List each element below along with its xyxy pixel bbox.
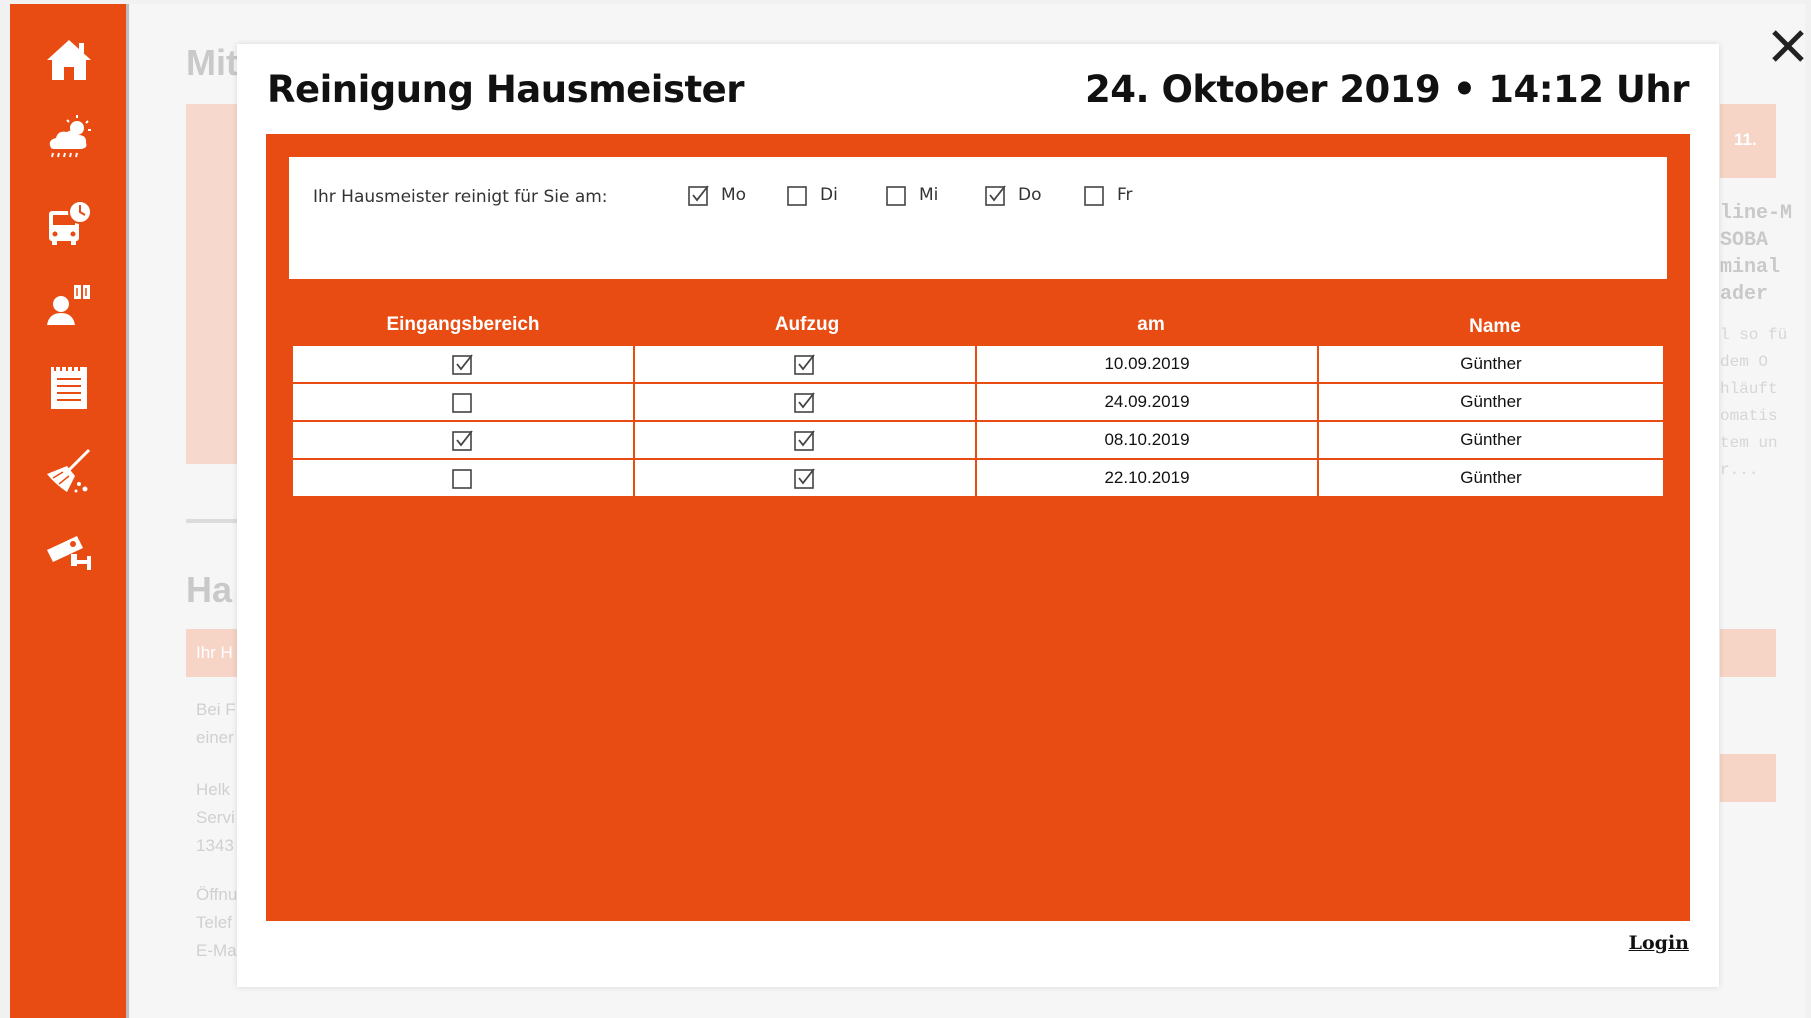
- contact-person-icon[interactable]: [43, 279, 95, 331]
- weather-icon[interactable]: [43, 112, 95, 164]
- bg-teaser-image: [186, 104, 238, 464]
- checkbox-icon: [793, 352, 817, 376]
- close-icon: [1772, 30, 1804, 62]
- cell-date: 10.09.2019: [975, 344, 1319, 384]
- day-checkbox-mo[interactable]: Mo: [687, 183, 746, 207]
- bg-right-banner-1: [1720, 629, 1776, 677]
- sidebar: [10, 4, 126, 1018]
- checkbox-icon: [451, 390, 475, 414]
- column-header-aufzug: Aufzug: [774, 314, 840, 335]
- column-header-eingangsbereich: Eingangsbereich: [386, 314, 540, 335]
- cell-eingangsbereich[interactable]: [291, 420, 635, 460]
- column-header-am: am: [1137, 314, 1165, 335]
- checkbox-icon: [451, 466, 475, 490]
- cell-eingangsbereich[interactable]: [291, 344, 635, 384]
- checkbox-icon: [793, 428, 817, 452]
- cell-name: Günther: [1317, 458, 1665, 498]
- sidebar-border: [126, 4, 129, 1018]
- cleaning-days-label: Ihr Hausmeister reinigt für Sie am:: [313, 187, 608, 207]
- table-row: 08.10.2019 Günther: [291, 420, 1665, 460]
- cell-date: 22.10.2019: [975, 458, 1319, 498]
- day-label: Mo: [721, 185, 747, 205]
- checkbox-icon: [793, 390, 817, 414]
- bg-right-badge-block: 11.: [1720, 104, 1776, 178]
- bg-text-3: Öffnu Telef E-Ma: [196, 885, 238, 960]
- bg-right-text: l so fü dem Ohläuft omatis tem un r...: [1720, 326, 1788, 479]
- cell-aufzug[interactable]: [633, 382, 977, 422]
- home-icon[interactable]: [43, 34, 95, 86]
- bg-banner-label: Ihr H: [196, 643, 233, 662]
- bg-heading-top: Mit: [186, 42, 238, 83]
- security-camera-icon[interactable]: [43, 526, 95, 578]
- close-button[interactable]: [1768, 26, 1808, 66]
- bg-text-2: Helk Servi 1343: [196, 780, 235, 855]
- login-link[interactable]: Login: [1629, 932, 1689, 954]
- cleaning-modal: Reinigung Hausmeister 24. Oktober 2019 •…: [237, 44, 1719, 987]
- day-checkbox-di[interactable]: Di: [786, 183, 838, 207]
- checkbox-icon: [984, 183, 1008, 207]
- cleaning-days-box: Ihr Hausmeister reinigt für Sie am: Mo D…: [289, 157, 1667, 279]
- day-checkbox-mi[interactable]: Mi: [885, 183, 938, 207]
- bg-banner: Ihr H: [186, 629, 238, 677]
- table-row: 22.10.2019 Günther: [291, 458, 1665, 498]
- bg-right-title: line-M SOBA minal ader: [1720, 202, 1793, 306]
- day-label: Di: [820, 185, 838, 205]
- cell-aufzug[interactable]: [633, 420, 977, 460]
- cell-aufzug[interactable]: [633, 344, 977, 384]
- table-row: 10.09.2019 Günther: [291, 344, 1665, 384]
- notepad-icon[interactable]: [43, 361, 95, 413]
- checkbox-icon: [885, 183, 909, 207]
- checkbox-icon: [786, 183, 810, 207]
- day-checkbox-fr[interactable]: Fr: [1083, 183, 1133, 207]
- cell-name: Günther: [1317, 344, 1665, 384]
- day-label: Do: [1018, 185, 1042, 205]
- cleaning-log-table: 10.09.2019 Günther 24.09.2019 Günther 08.10.…: [291, 344, 1665, 498]
- bg-text-1: Bei Feiner: [196, 700, 236, 747]
- checkbox-icon: [793, 466, 817, 490]
- checkbox-icon: [1083, 183, 1107, 207]
- day-label: Mi: [919, 185, 939, 205]
- cell-aufzug[interactable]: [633, 458, 977, 498]
- cell-date: 08.10.2019: [975, 420, 1319, 460]
- bg-right-badge: 11.: [1734, 130, 1757, 149]
- checkbox-icon: [451, 428, 475, 452]
- cell-date: 24.09.2019: [975, 382, 1319, 422]
- cleaning-broom-icon[interactable]: [43, 444, 95, 496]
- checkbox-icon: [451, 352, 475, 376]
- content-panel: Ihr Hausmeister reinigt für Sie am: Mo D…: [266, 134, 1690, 921]
- cell-eingangsbereich[interactable]: [291, 458, 635, 498]
- day-checkbox-do[interactable]: Do: [984, 183, 1042, 207]
- cell-name: Günther: [1317, 382, 1665, 422]
- day-label: Fr: [1117, 185, 1133, 205]
- bg-divider: [186, 519, 238, 523]
- modal-title: Reinigung Hausmeister: [267, 68, 745, 111]
- cell-eingangsbereich[interactable]: [291, 382, 635, 422]
- table-row: 24.09.2019 Günther: [291, 382, 1665, 422]
- cell-name: Günther: [1317, 420, 1665, 460]
- bg-heading-mid: Ha: [186, 569, 233, 610]
- column-header-name: Name: [1469, 316, 1521, 337]
- modal-datetime: 24. Oktober 2019 • 14:12 Uhr: [1085, 68, 1689, 111]
- bg-right-banner-2: [1720, 754, 1776, 802]
- bus-schedule-icon[interactable]: [43, 197, 95, 249]
- checkbox-icon: [687, 183, 711, 207]
